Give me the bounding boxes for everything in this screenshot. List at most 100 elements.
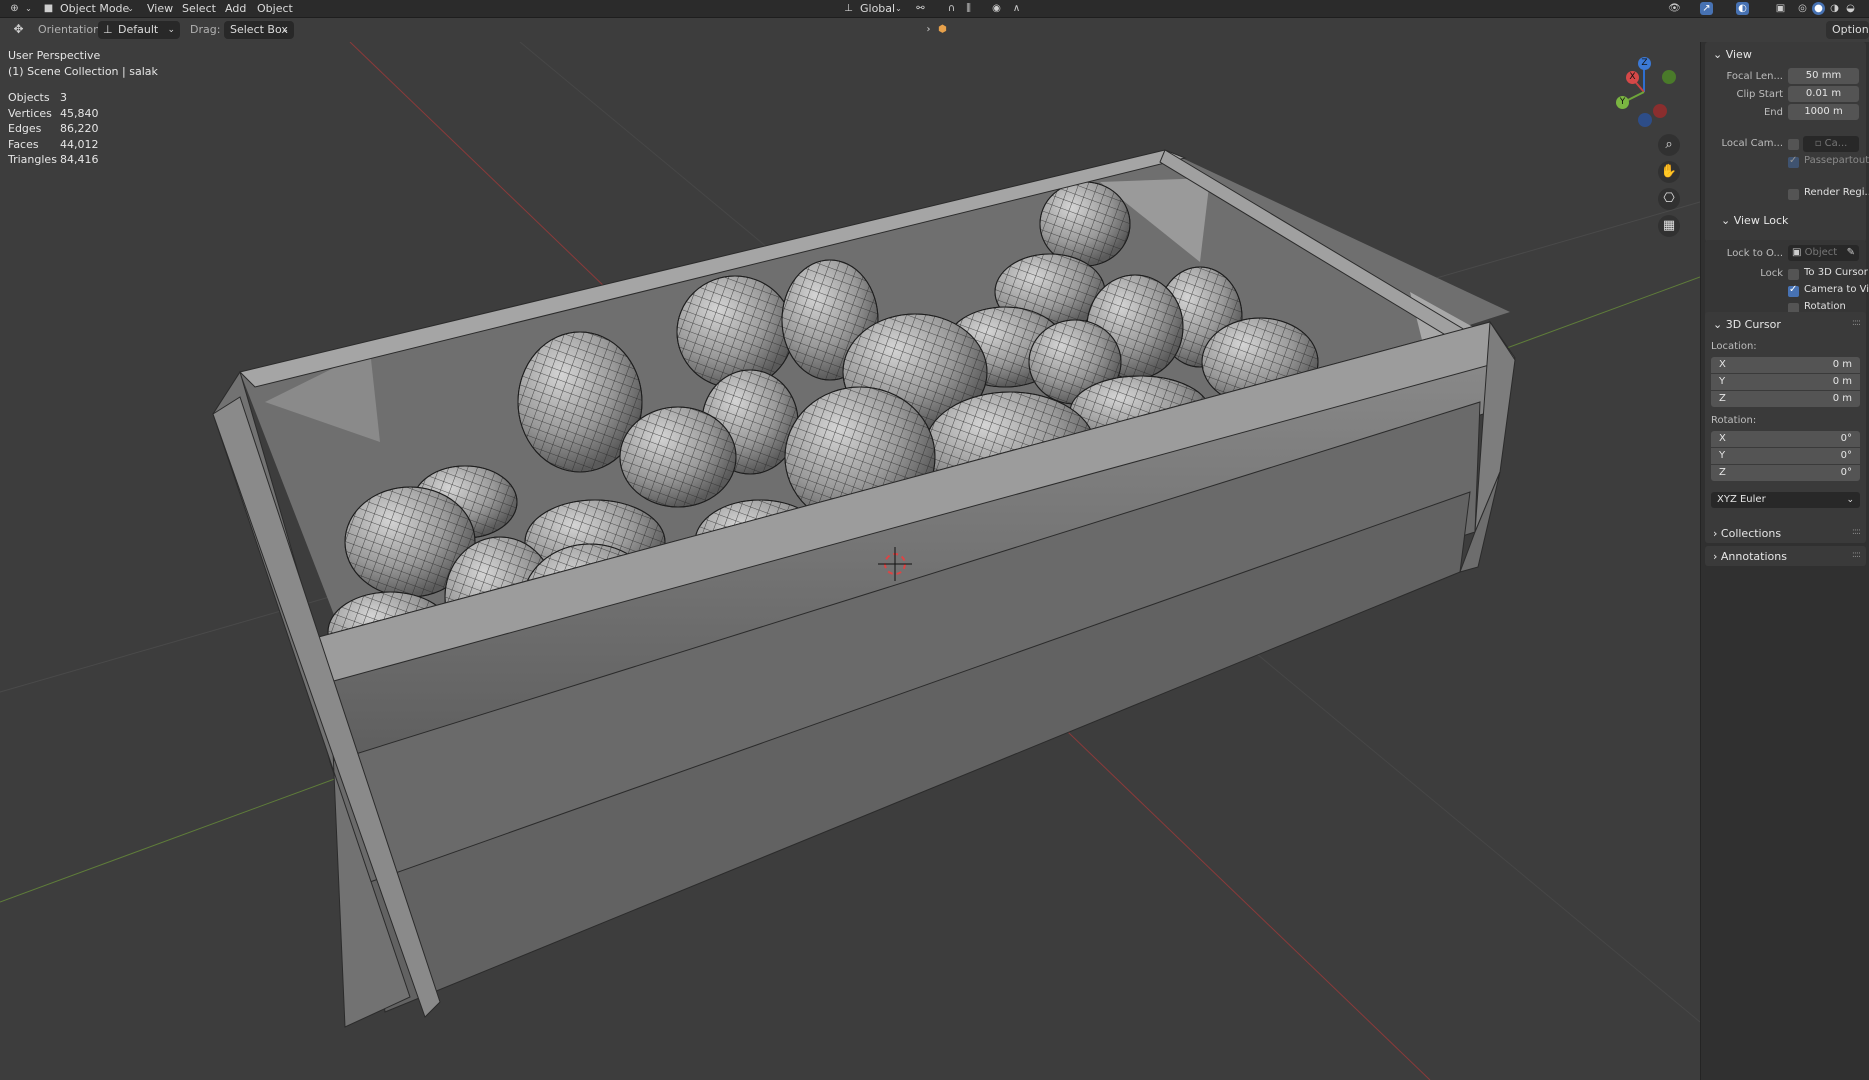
editor-type-icon[interactable]: ⊕ — [8, 2, 21, 15]
xray-icon[interactable]: ▣ — [1774, 2, 1787, 15]
axis-label: X — [1719, 359, 1726, 370]
axis-label: X — [1719, 433, 1726, 444]
chevron-down-icon: ⌄ — [1846, 495, 1854, 505]
local-camera-checkbox[interactable] — [1788, 139, 1799, 150]
chevron-down-icon[interactable]: ⌄ — [22, 2, 35, 15]
transform-orientation-selector[interactable]: Global — [860, 1, 895, 16]
proportional-edit-icon[interactable]: ◉ — [990, 2, 1003, 15]
rotation-y-field[interactable]: Y 0° — [1711, 448, 1860, 464]
transform-orientation-icon: ⊥ — [844, 3, 853, 14]
drag-handle-icon[interactable]: :::: — [1852, 527, 1861, 537]
collections-panel-header[interactable]: › Collections — [1713, 527, 1781, 540]
location-x-field[interactable]: X 0 m — [1711, 357, 1860, 373]
sidebar-n-panel: ⌄ View Focal Len... 50 mm Clip Start 0.0… — [1700, 42, 1869, 1080]
3d-cursor-panel-header[interactable]: ⌄ 3D Cursor — [1713, 318, 1781, 331]
focal-length-label: Focal Len... — [1726, 71, 1783, 82]
stat-triangles: Triangles 84,416 — [8, 153, 99, 166]
overlay-toggle-icon[interactable]: ◐ — [1736, 2, 1749, 15]
asset-shelf-icon[interactable]: ⬢ — [936, 23, 949, 36]
chevron-right-icon[interactable]: › — [922, 23, 935, 36]
stat-faces: Faces 44,012 — [8, 138, 99, 151]
view-panel: ⌄ View Focal Len... 50 mm Clip Start 0.0… — [1705, 42, 1869, 242]
lock-rotation-label: Rotation — [1804, 301, 1846, 312]
chevron-right-icon: › — [1713, 527, 1718, 540]
collections-panel: › Collections :::: — [1705, 523, 1866, 543]
orientation-label: Orientation: — [38, 23, 104, 36]
eyedropper-icon[interactable]: ✎ — [1847, 245, 1855, 261]
camera-to-view-label: Camera to Vi... — [1804, 284, 1869, 295]
menu-select[interactable]: Select — [182, 1, 216, 16]
location-y-field[interactable]: Y 0 m — [1711, 374, 1860, 390]
gizmo-z-axis[interactable]: Z — [1638, 57, 1651, 70]
render-region-checkbox[interactable] — [1788, 189, 1799, 200]
lock-to-cursor-checkbox[interactable] — [1788, 269, 1799, 280]
rotation-z-field[interactable]: Z 0° — [1711, 465, 1860, 481]
stat-vertices: Vertices 45,840 — [8, 107, 99, 120]
view-lock-title: View Lock — [1733, 214, 1789, 227]
pivot-point-icon[interactable]: ⚯ — [914, 2, 927, 15]
scene-render — [0, 42, 1700, 1080]
axis-label: Z — [1719, 393, 1726, 404]
stat-label: Objects — [8, 91, 50, 104]
collections-title: Collections — [1720, 527, 1782, 540]
axis-value: 0 m — [1832, 359, 1852, 370]
falloff-icon[interactable]: ∧ — [1010, 2, 1023, 15]
stat-objects: Objects 3 — [8, 91, 67, 104]
camera-view-icon[interactable]: ⎔ — [1658, 188, 1680, 210]
drag-handle-icon[interactable]: :::: — [1852, 318, 1861, 328]
rotation-x-field[interactable]: X 0° — [1711, 431, 1860, 447]
clip-start-field[interactable]: 0.01 m — [1788, 86, 1859, 102]
menu-object[interactable]: Object — [257, 1, 293, 16]
local-camera-field[interactable]: ▫ Ca... — [1803, 136, 1859, 152]
stat-edges: Edges 86,220 — [8, 122, 99, 135]
drag-handle-icon[interactable]: :::: — [1852, 550, 1861, 560]
tool-settings-bar: ✥ Orientation: Default ⊥ ⌄ Drag: Select … — [0, 18, 1869, 42]
rotation-mode-value: XYZ Euler — [1717, 494, 1766, 505]
pan-hand-icon[interactable]: ✋ — [1658, 161, 1680, 183]
gizmo-toggle-icon[interactable]: ↗ — [1700, 2, 1713, 15]
lock-to-object-field[interactable]: ▣ Object ✎ — [1788, 245, 1859, 261]
passepartout-checkbox[interactable] — [1788, 155, 1799, 168]
snap-target-icon[interactable]: ⫼ — [962, 2, 975, 15]
stat-label: Vertices — [8, 107, 52, 120]
chevron-down-icon[interactable]: ⌄ — [124, 2, 137, 15]
snap-icon[interactable]: ∩ — [945, 2, 958, 15]
shading-solid-icon[interactable]: ● — [1812, 2, 1825, 15]
zoom-icon[interactable]: ⌕ — [1658, 134, 1680, 156]
options-button[interactable]: Options — [1826, 21, 1869, 39]
camera-to-view-checkbox[interactable] — [1788, 284, 1799, 297]
navigation-gizmo[interactable]: Z X Y — [1604, 52, 1684, 132]
view-panel-title: View — [1725, 48, 1752, 61]
camera-icon: ▫ — [1814, 138, 1825, 149]
gizmo-y-axis[interactable]: Y — [1616, 96, 1629, 109]
perspective-toggle-icon[interactable]: ▦ — [1658, 215, 1680, 237]
chevron-down-icon[interactable]: ⌄ — [892, 2, 905, 15]
clip-end-field[interactable]: 1000 m — [1788, 104, 1859, 120]
view-panel-header[interactable]: ⌄ View — [1713, 48, 1752, 61]
gizmo-x-axis[interactable]: X — [1626, 71, 1639, 84]
stat-value: 45,840 — [60, 107, 99, 120]
visibility-icon[interactable]: 👁 — [1668, 2, 1681, 15]
rotation-mode-dropdown[interactable]: XYZ Euler ⌄ — [1711, 492, 1860, 508]
focal-length-field[interactable]: 50 mm — [1788, 68, 1859, 84]
move-tool-icon[interactable]: ✥ — [12, 23, 25, 36]
annotations-panel-header[interactable]: › Annotations — [1713, 550, 1787, 563]
header-bar: ⊕ ⌄ ■ Object Mode ⌄ View Select Add Obje… — [0, 0, 1869, 18]
shading-wireframe-icon[interactable]: ◎ — [1796, 2, 1809, 15]
stat-value: 84,416 — [60, 153, 99, 166]
mode-selector[interactable]: Object Mode — [60, 1, 129, 16]
menu-add[interactable]: Add — [225, 1, 246, 16]
location-z-field[interactable]: Z 0 m — [1711, 391, 1860, 407]
perspective-label: User Perspective — [8, 49, 101, 62]
3d-viewport[interactable]: User Perspective (1) Scene Collection | … — [0, 42, 1700, 1080]
shading-material-icon[interactable]: ◑ — [1828, 2, 1841, 15]
local-camera-label: Local Cam... — [1721, 138, 1783, 149]
drag-dropdown[interactable]: Select Box ⌄ — [224, 21, 294, 39]
menu-view[interactable]: View — [147, 1, 173, 16]
view-lock-subpanel-header[interactable]: ⌄ View Lock — [1721, 214, 1788, 227]
shading-rendered-icon[interactable]: ◒ — [1844, 2, 1857, 15]
chevron-right-icon: › — [1713, 550, 1718, 563]
passepartout-label: Passepartout — [1804, 155, 1869, 166]
chevron-down-icon: ⌄ — [1713, 318, 1723, 331]
orientation-dropdown[interactable]: Default ⊥ ⌄ — [98, 21, 180, 39]
